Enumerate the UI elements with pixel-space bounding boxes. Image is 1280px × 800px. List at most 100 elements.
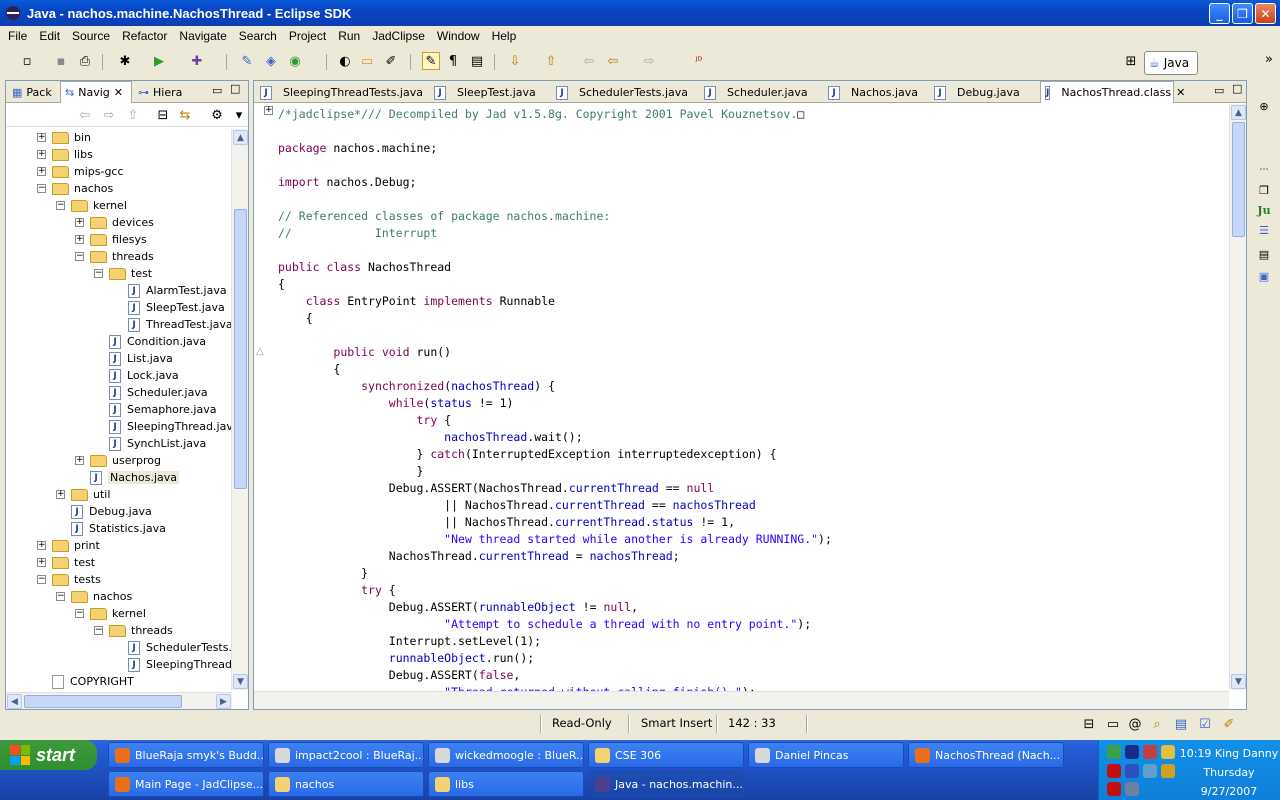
expand-icon[interactable]: + (75, 235, 84, 244)
start-button[interactable]: start (0, 740, 97, 770)
collapse-icon[interactable]: − (75, 252, 84, 261)
tree-item[interactable]: + mips-gcc (37, 163, 124, 180)
view-tab-pack[interactable]: ▦ Pack (8, 82, 56, 103)
navigator-vertical-scrollbar[interactable]: ▲ ▼ (231, 129, 248, 690)
menu-project[interactable]: Project (283, 29, 332, 43)
collapse-icon[interactable]: − (94, 269, 103, 278)
taskbar-button[interactable]: CSE 306 (588, 742, 744, 768)
tree-item[interactable]: J Scheduler.java (109, 384, 208, 401)
tree-item[interactable]: J AlarmTest.java (128, 282, 227, 299)
nav-up-icon[interactable]: ⇧ (124, 106, 142, 124)
expand-icon[interactable]: + (37, 541, 46, 550)
tree-item[interactable]: J SleepingThreadTe (128, 656, 232, 673)
editor-tab[interactable]: J Scheduler.java (700, 82, 820, 103)
tree-item[interactable]: J Lock.java (109, 367, 179, 384)
tray-network-icon[interactable] (1107, 745, 1121, 759)
code-view[interactable]: /*jadclipse*/// Decompiled by Jad v1.5.8… (278, 106, 832, 701)
tree-item[interactable]: + devices (75, 214, 154, 231)
fastview-icon[interactable]: ⊟ (1080, 715, 1098, 733)
collapse-icon[interactable]: − (94, 626, 103, 635)
expand-icon[interactable]: + (75, 456, 84, 465)
link-with-editor-icon[interactable]: ⇆ (176, 106, 194, 124)
tree-item[interactable]: + print (37, 537, 100, 554)
restore-button[interactable]: ❐ (1232, 3, 1253, 24)
tray-messenger-icon[interactable] (1143, 745, 1157, 759)
editor-minimize-icon[interactable]: ▭ (1214, 84, 1224, 97)
tree-item[interactable]: + util (56, 486, 110, 503)
outline-icon[interactable]: ☰ (1256, 222, 1272, 238)
collapse-all-icon[interactable]: ⊟ (154, 106, 172, 124)
console-icon[interactable]: ▭ (1104, 715, 1122, 733)
search-view-icon[interactable]: ⌕ (1148, 715, 1166, 733)
scroll-right-icon[interactable]: ▶ (216, 694, 231, 709)
menu-navigate[interactable]: Navigate (173, 29, 232, 43)
print-icon[interactable]: ⎙ (76, 52, 94, 70)
scroll-up-icon[interactable]: ▲ (233, 130, 248, 145)
scroll-down-icon[interactable]: ▼ (233, 674, 248, 689)
junit-icon[interactable]: Ju (1256, 202, 1272, 218)
menu-run[interactable]: Run (332, 29, 366, 43)
editor-tab[interactable]: J SleepTest.java (430, 82, 548, 103)
editor-maximize-icon[interactable]: □ (1232, 82, 1242, 95)
tree-item[interactable]: + libs (37, 146, 93, 163)
tree-item[interactable]: J List.java (109, 350, 173, 367)
tray-volume-icon[interactable] (1125, 764, 1139, 778)
collapse-icon[interactable]: − (37, 575, 46, 584)
tray-display-icon[interactable] (1143, 764, 1157, 778)
block-selection-icon[interactable]: ▤ (468, 52, 486, 70)
collapse-icon[interactable]: − (75, 609, 84, 618)
open-folder-icon[interactable]: ▭ (358, 52, 376, 70)
tray-device-icon[interactable] (1125, 782, 1139, 796)
tree-item[interactable]: J Nachos.java (90, 469, 179, 486)
tree-item[interactable]: J SynchList.java (109, 435, 206, 452)
taskbar-button[interactable]: impact2cool : BlueRaj... (268, 742, 424, 768)
tasks-icon[interactable]: ▤ (1256, 246, 1272, 262)
fold-expand-icon[interactable]: + (264, 106, 273, 115)
perspective-java[interactable]: ☕ Java (1144, 51, 1198, 75)
expand-icon[interactable]: + (37, 167, 46, 176)
search-icon[interactable]: ✐ (382, 52, 400, 70)
expand-icon[interactable]: + (75, 218, 84, 227)
declaration-icon[interactable]: ▤ (1172, 715, 1190, 733)
collapse-icon[interactable]: − (37, 184, 46, 193)
tree-item[interactable]: J Semaphore.java (109, 401, 216, 418)
show-whitespace-icon[interactable]: ¶ (444, 52, 462, 70)
tree-item[interactable]: + filesys (75, 231, 147, 248)
tree-item[interactable]: J SleepingThread.java (109, 418, 232, 435)
taskbar-button[interactable]: NachosThread (Nach... (908, 742, 1064, 768)
debug-icon[interactable]: ✱ (116, 52, 134, 70)
tree-item[interactable]: COPYRIGHT (52, 673, 134, 689)
tree-item[interactable]: − tests (37, 571, 101, 588)
tree-item[interactable]: J SleepTest.java (128, 299, 225, 316)
tree-item[interactable]: − nachos (56, 588, 132, 605)
view-tab-navig[interactable]: ⇆ Navig ✕ (60, 81, 132, 103)
menu-window[interactable]: Window (431, 29, 486, 43)
tray-ati-icon[interactable] (1107, 764, 1121, 778)
view-menu-chevron-icon[interactable]: ▾ (230, 106, 248, 124)
menu-jadclipse[interactable]: JadClipse (366, 29, 431, 43)
tree-item[interactable]: − test (94, 265, 152, 282)
editor-vertical-scrollbar[interactable]: ▲ ▼ (1229, 104, 1246, 690)
collapse-icon[interactable]: − (56, 592, 65, 601)
taskbar-button[interactable]: nachos (268, 771, 424, 797)
editor-scroll-thumb[interactable] (1232, 122, 1245, 237)
editor-scroll-down-icon[interactable]: ▼ (1231, 674, 1246, 689)
new-package-icon[interactable]: ◈ (262, 52, 280, 70)
taskbar-button[interactable]: libs (428, 771, 584, 797)
tree-item[interactable]: + test (37, 554, 95, 571)
trim-restore-icon[interactable]: ⊕ (1256, 98, 1272, 114)
save-icon[interactable]: ▪ (52, 52, 70, 70)
external-tools-icon[interactable]: ✚ (188, 52, 206, 70)
editor-tab[interactable]: J SchedulerTests.java (552, 82, 696, 103)
expand-icon[interactable]: + (56, 490, 65, 499)
tree-item[interactable]: + bin (37, 129, 91, 146)
clock[interactable]: 10:19 King Danny Thursday 9/27/2007 (1179, 744, 1279, 800)
tree-item[interactable]: − threads (94, 622, 173, 639)
new-java-project-icon[interactable]: ✎ (238, 52, 256, 70)
menu-file[interactable]: File (2, 29, 33, 43)
editor-tab[interactable]: J NachosThread.class ✕ (1040, 81, 1185, 103)
taskbar-button[interactable]: BlueRaja smyk's Budd... (108, 742, 264, 768)
tree-item[interactable]: − threads (75, 248, 154, 265)
forward-icon[interactable]: ⇨ (640, 52, 658, 70)
problems-icon[interactable]: ☑ (1196, 715, 1214, 733)
